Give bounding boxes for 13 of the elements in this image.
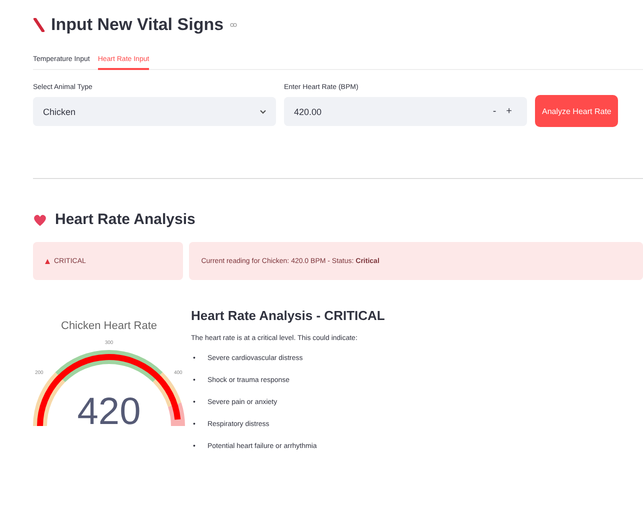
- link-icon[interactable]: [230, 23, 237, 27]
- section-title: Heart Rate Analysis: [55, 211, 196, 228]
- warning-icon: [45, 258, 50, 264]
- decrement-button[interactable]: -: [488, 106, 502, 117]
- heart-icon: [33, 212, 47, 226]
- page-title: Input New Vital Signs: [51, 15, 224, 35]
- gauge-value: 420: [77, 391, 141, 433]
- heart-rate-input[interactable]: 420.00 - +: [284, 97, 527, 126]
- report-title: Heart Rate Analysis - CRITICAL: [191, 308, 385, 323]
- increment-button[interactable]: +: [501, 106, 517, 117]
- chevron-down-icon: [260, 110, 266, 114]
- gauge-title: Chicken Heart Rate: [61, 320, 157, 332]
- animal-select[interactable]: Chicken: [33, 97, 276, 126]
